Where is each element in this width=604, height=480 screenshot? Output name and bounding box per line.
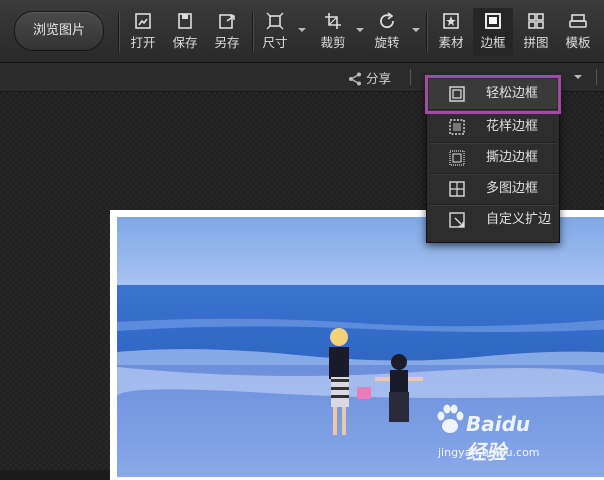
subbar-divider bbox=[410, 69, 411, 85]
collage-label: 拼图 bbox=[523, 35, 549, 50]
menu-item-custom-expand[interactable]: 自定义扩边 bbox=[429, 205, 557, 235]
resize-dropdown-arrow-icon[interactable] bbox=[298, 28, 306, 32]
menu-item-multi-border[interactable]: 多图边框 bbox=[429, 174, 557, 205]
simple-border-icon bbox=[449, 86, 465, 102]
crop-label: 裁剪 bbox=[320, 35, 346, 50]
rotate-icon bbox=[380, 12, 394, 29]
torn-border-icon bbox=[449, 150, 465, 166]
share-label: 分享 bbox=[366, 71, 392, 86]
border-label: 边框 bbox=[480, 35, 506, 50]
menu-item-label: 花样边框 bbox=[486, 119, 539, 134]
toolbar-divider bbox=[118, 12, 119, 52]
open-icon bbox=[135, 13, 151, 29]
material-button[interactable]: 素材 bbox=[432, 8, 470, 56]
custom-expand-icon bbox=[449, 212, 465, 228]
menu-item-simple-border[interactable]: 轻松边框 bbox=[425, 75, 561, 114]
main-toolbar: 浏览图片 打开 保存 另存 尺寸 裁剪 旋转 素材 边框 拼图 模板 bbox=[0, 0, 604, 63]
save-label: 保存 bbox=[172, 35, 198, 50]
save-as-icon bbox=[219, 14, 235, 29]
resize-icon bbox=[266, 12, 284, 30]
paw-logo-icon bbox=[437, 404, 464, 433]
resize-label: 尺寸 bbox=[262, 35, 288, 50]
material-icon bbox=[443, 13, 459, 29]
watermark-url: jingyan.baidu.com bbox=[438, 446, 540, 459]
collage-icon bbox=[528, 13, 544, 29]
share-button[interactable]: 分享 bbox=[348, 68, 391, 87]
menu-item-label: 撕边边框 bbox=[486, 150, 539, 165]
border-dropdown-menu: 轻松边框 花样边框 撕边边框 多图边框 自定义扩边 bbox=[425, 75, 561, 243]
menu-item-label: 多图边框 bbox=[486, 181, 539, 196]
template-label: 模板 bbox=[565, 35, 591, 50]
rotate-label: 旋转 bbox=[374, 35, 400, 50]
toolbar-divider bbox=[252, 12, 253, 52]
save-as-button[interactable]: 另存 bbox=[208, 8, 246, 56]
collage-button[interactable]: 拼图 bbox=[517, 8, 555, 56]
toolbar-divider bbox=[426, 12, 427, 52]
subbar-dropdown-arrow-icon[interactable] bbox=[574, 75, 582, 79]
open-button[interactable]: 打开 bbox=[124, 8, 162, 56]
pattern-border-icon bbox=[449, 119, 465, 135]
subbar-divider bbox=[596, 69, 597, 85]
resize-button[interactable]: 尺寸 bbox=[256, 8, 294, 56]
menu-item-label: 自定义扩边 bbox=[486, 212, 552, 227]
rotate-button[interactable]: 旋转 bbox=[368, 8, 406, 56]
rotate-dropdown-arrow-icon[interactable] bbox=[412, 28, 420, 32]
save-icon bbox=[178, 13, 192, 29]
material-label: 素材 bbox=[438, 35, 464, 50]
beach-photo[interactable] bbox=[117, 217, 604, 477]
beach-photo-image bbox=[117, 217, 604, 477]
menu-item-torn-border[interactable]: 撕边边框 bbox=[429, 143, 557, 174]
crop-dropdown-arrow-icon[interactable] bbox=[356, 28, 364, 32]
border-icon bbox=[485, 13, 501, 29]
save-as-label: 另存 bbox=[214, 35, 240, 50]
open-label: 打开 bbox=[130, 35, 156, 50]
menu-item-pattern-border[interactable]: 花样边框 bbox=[429, 112, 557, 143]
template-icon bbox=[569, 14, 587, 28]
share-icon bbox=[349, 72, 361, 86]
browse-images-button[interactable]: 浏览图片 bbox=[14, 11, 104, 51]
crop-icon bbox=[325, 13, 341, 29]
crop-button[interactable]: 裁剪 bbox=[314, 8, 352, 56]
multi-border-icon bbox=[449, 181, 465, 197]
border-button[interactable]: 边框 bbox=[473, 8, 513, 56]
menu-item-label: 轻松边框 bbox=[486, 86, 539, 101]
save-button[interactable]: 保存 bbox=[166, 8, 204, 56]
template-button[interactable]: 模板 bbox=[559, 8, 597, 56]
